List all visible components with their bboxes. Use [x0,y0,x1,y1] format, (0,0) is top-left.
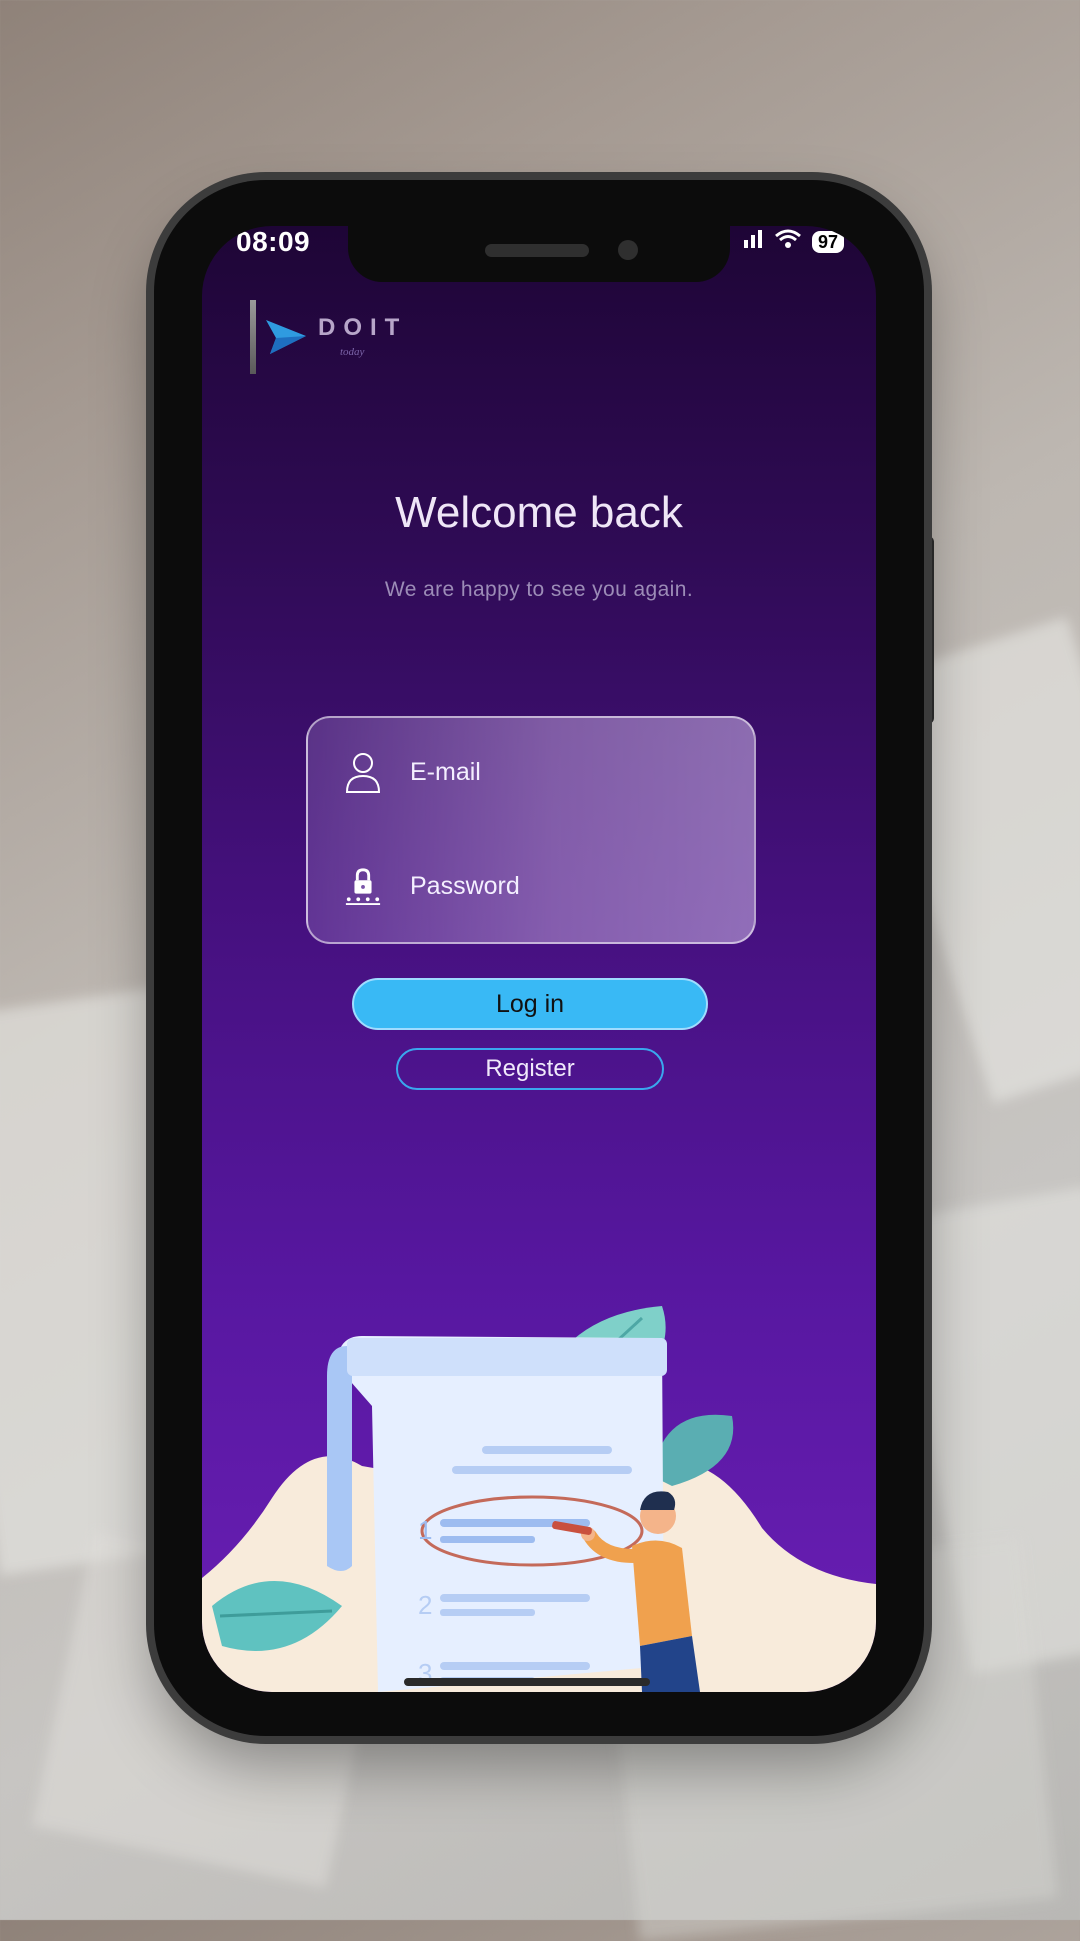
logo-arrow-icon [262,314,310,367]
logo-name: DOIT [318,314,408,341]
app-screen: 08:09 97 DOIT today Welcome back We are … [202,226,876,1692]
device-notch [348,226,730,282]
email-field-row [344,750,712,794]
logo-tagline: today [340,346,365,358]
password-field-row [344,864,712,908]
status-icons: 97 [742,228,844,255]
email-input[interactable] [408,756,712,788]
front-camera [618,240,638,260]
user-icon [344,750,382,794]
list-number: 1 [418,1515,432,1545]
wifi-icon [774,228,802,255]
lock-icon [344,864,382,908]
login-button[interactable]: Log in [352,978,708,1030]
welcome-title: Welcome back [395,488,683,537]
register-button[interactable]: Register [396,1048,664,1090]
app-logo: DOIT today [250,300,407,374]
welcome-subtitle: We are happy to see you again. [384,578,694,601]
status-time: 08:09 [236,226,311,257]
login-card [306,716,756,944]
logo-text: DOIT today [318,314,407,358]
battery-icon: 97 [811,230,844,253]
leaf-icon [652,1414,734,1486]
signal-icon [742,228,764,255]
document-scroll-icon [327,1336,667,1692]
password-input[interactable] [408,870,712,902]
illustration-to-do-list: 1 2 3 [202,1306,876,1692]
list-number: 2 [418,1590,432,1620]
speaker-grille [485,244,589,257]
home-indicator [404,1678,650,1686]
logo-bar [250,300,256,374]
